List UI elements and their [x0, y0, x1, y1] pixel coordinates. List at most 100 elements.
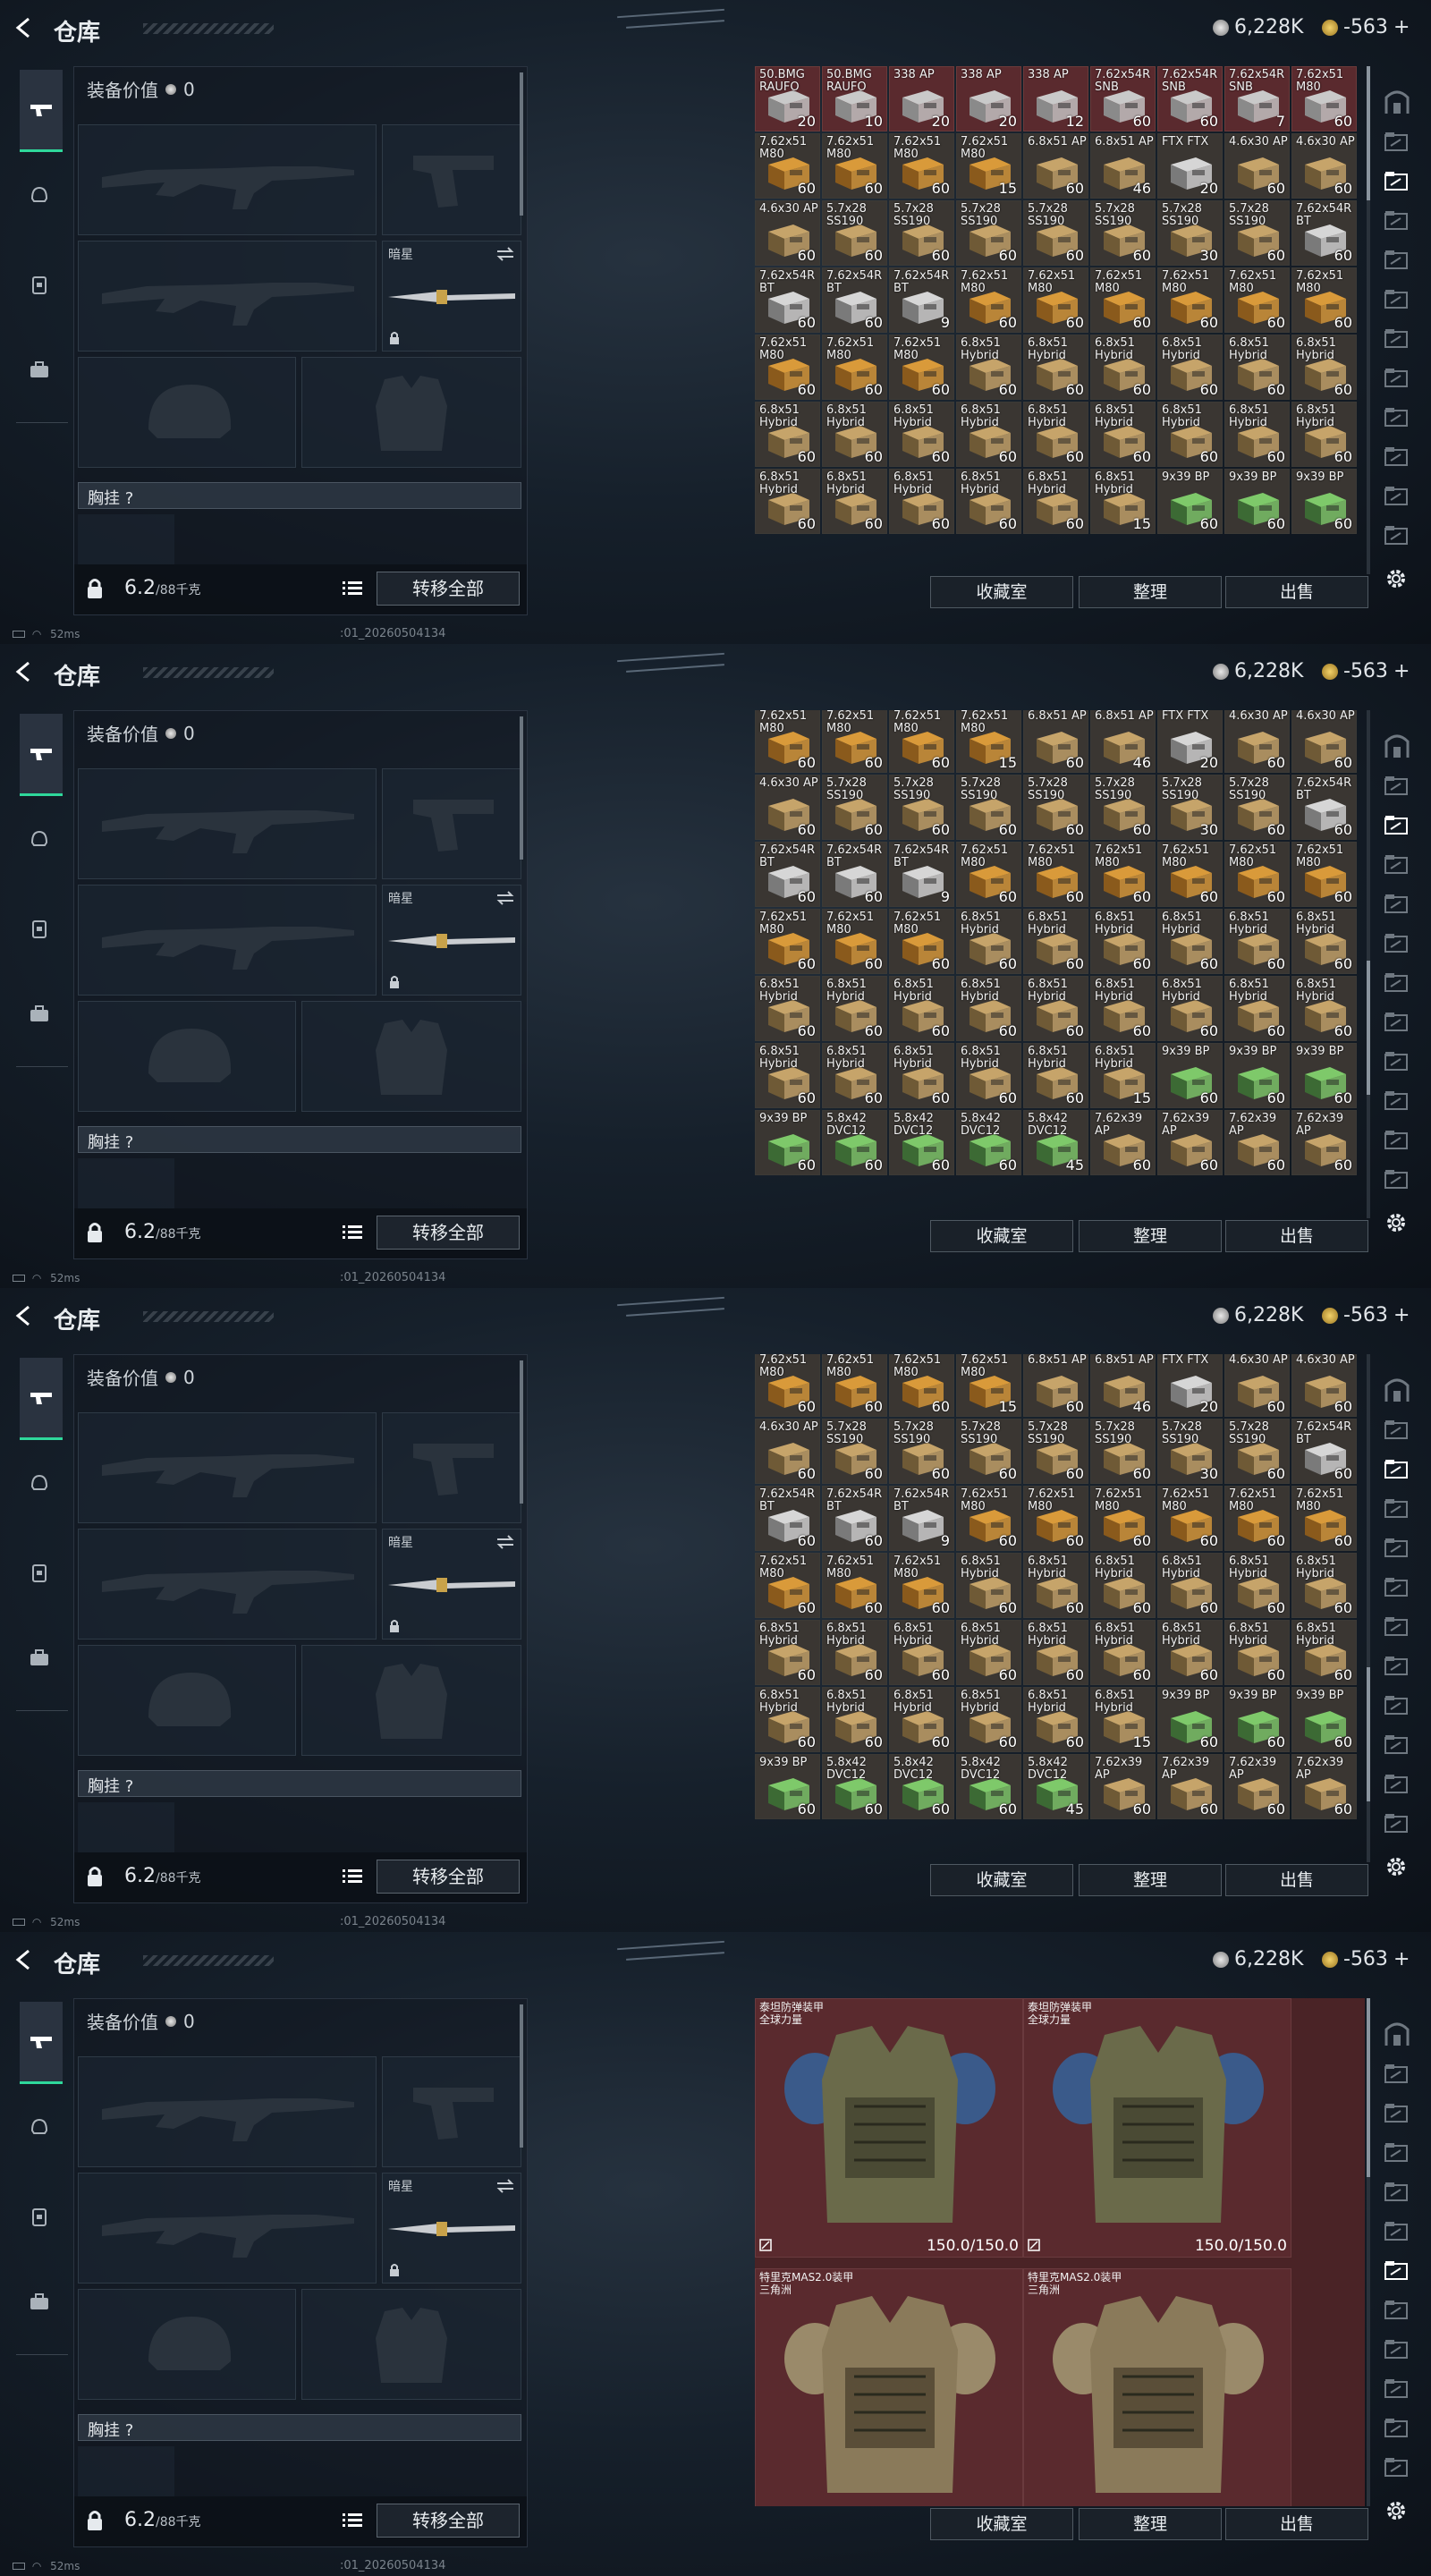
- storage-tab-10[interactable]: [1377, 438, 1417, 474]
- ammo-cell[interactable]: 7.62x39 AP 60: [1157, 1754, 1223, 1819]
- storage-tab-12[interactable]: [1377, 1805, 1417, 1841]
- ammo-cell[interactable]: 5.7x28 SS190 60: [889, 1419, 954, 1484]
- ammo-cell[interactable]: 5.7x28 SS190 60: [1224, 200, 1290, 266]
- ammo-cell[interactable]: 6.8x51 Hybrid 60: [755, 1687, 820, 1752]
- ammo-cell[interactable]: 7.62x54R BT 60: [822, 267, 887, 333]
- equipment-scrollbar[interactable]: [520, 2004, 523, 2148]
- ammo-cell[interactable]: 338 AP 20: [956, 66, 1021, 131]
- ammo-cell[interactable]: 5.8x42 DVC12 45: [1023, 1110, 1088, 1175]
- ammo-cell[interactable]: 4.6x30 AP 60: [1291, 1354, 1357, 1417]
- sort-button[interactable]: 整理: [1079, 1220, 1222, 1252]
- ammo-cell[interactable]: 5.8x42 DVC12 60: [956, 1754, 1021, 1819]
- ammo-cell[interactable]: 338 AP 12: [1023, 66, 1088, 131]
- ammo-cell[interactable]: 6.8x51 Hybrid 60: [1090, 402, 1156, 467]
- list-icon[interactable]: [343, 2512, 362, 2529]
- ammo-cell[interactable]: 7.62x51 M80 60: [1224, 842, 1290, 907]
- storage-tab-8[interactable]: [1377, 360, 1417, 395]
- ammo-cell[interactable]: 7.62x39 AP 60: [1224, 1754, 1290, 1819]
- ammo-cell[interactable]: 5.7x28 SS190 60: [822, 775, 887, 840]
- ammo-cell[interactable]: 6.8x51 Hybrid 60: [1291, 909, 1357, 974]
- ammo-cell[interactable]: 6.8x51 Hybrid 15: [1090, 1687, 1156, 1752]
- secondary-weapon-slot[interactable]: [78, 885, 377, 996]
- ammo-cell[interactable]: 6.8x51 Hybrid 60: [889, 1687, 954, 1752]
- ammo-cell[interactable]: 7.62x51 M80 60: [822, 710, 887, 773]
- ammo-cell[interactable]: 7.62x51 M80 60: [889, 1553, 954, 1618]
- armor-slot[interactable]: [301, 1645, 521, 1756]
- ammo-cell[interactable]: 5.7x28 SS190 60: [889, 200, 954, 266]
- ammo-cell[interactable]: 7.62x51 M80 60: [1090, 1486, 1156, 1551]
- sort-button[interactable]: 整理: [1079, 576, 1222, 608]
- ammo-cell[interactable]: 7.62x51 M80 60: [1224, 1486, 1290, 1551]
- inventory-scrollbar[interactable]: [1367, 710, 1370, 1218]
- primary-weapon-slot[interactable]: [78, 2056, 377, 2167]
- ammo-cell[interactable]: 5.7x28 SS190 30: [1157, 1419, 1223, 1484]
- ammo-cell[interactable]: 6.8x51 Hybrid 60: [1023, 976, 1088, 1041]
- storage-tab-3[interactable]: [1377, 163, 1417, 199]
- armor-slot[interactable]: [301, 357, 521, 468]
- nav-backpack[interactable]: [20, 2197, 59, 2236]
- ammo-cell[interactable]: 7.62x51 M80 60: [889, 1354, 954, 1417]
- ammo-cell[interactable]: 4.6x30 AP 60: [1291, 133, 1357, 199]
- ammo-cell[interactable]: 5.8x42 DVC12 60: [956, 1110, 1021, 1175]
- ammo-cell[interactable]: 7.62x51 M80 60: [1291, 267, 1357, 333]
- ammo-cell[interactable]: 7.62x54R BT 60: [822, 1486, 887, 1551]
- ammo-cell[interactable]: 7.62x51 M80 60: [755, 1354, 820, 1417]
- storage-tab-1[interactable]: [1377, 84, 1417, 120]
- ammo-cell[interactable]: 6.8x51 AP 60: [1023, 1354, 1088, 1417]
- storage-tab-6[interactable]: [1377, 2213, 1417, 2249]
- nav-weapons[interactable]: [20, 2002, 63, 2084]
- storage-tab-7[interactable]: [1377, 320, 1417, 356]
- ammo-cell[interactable]: 4.6x30 AP 60: [755, 1419, 820, 1484]
- armor-slot[interactable]: [301, 1001, 521, 1112]
- ammo-cell[interactable]: 5.7x28 SS190 60: [1023, 1419, 1088, 1484]
- ammo-cell[interactable]: 6.8x51 Hybrid 60: [822, 469, 887, 534]
- ammo-cell[interactable]: 6.8x51 AP 46: [1090, 710, 1156, 773]
- ammo-cell[interactable]: 6.8x51 Hybrid 60: [1023, 1043, 1088, 1108]
- ammo-cell[interactable]: 7.62x51 M80 15: [956, 1354, 1021, 1417]
- ammo-cell[interactable]: 7.62x51 M80 60: [1157, 267, 1223, 333]
- nav-helmet[interactable]: [20, 175, 59, 215]
- storage-tab-1[interactable]: [1377, 728, 1417, 764]
- ammo-cell[interactable]: 6.8x51 Hybrid 60: [1023, 909, 1088, 974]
- primary-weapon-slot[interactable]: [78, 768, 377, 879]
- ammo-cell[interactable]: 4.6x30 AP 60: [1224, 133, 1290, 199]
- ammo-cell[interactable]: 6.8x51 Hybrid 60: [1090, 909, 1156, 974]
- currency-b[interactable]: -563 +: [1322, 1948, 1410, 1970]
- ammo-cell[interactable]: 7.62x39 AP 60: [1291, 1110, 1357, 1175]
- ammo-cell[interactable]: 6.8x51 Hybrid 60: [755, 976, 820, 1041]
- ammo-cell[interactable]: 4.6x30 AP 60: [1224, 1354, 1290, 1417]
- ammo-cell[interactable]: 6.8x51 Hybrid 60: [1157, 1620, 1223, 1685]
- ammo-cell[interactable]: 6.8x51 Hybrid 60: [822, 1620, 887, 1685]
- pistol-slot[interactable]: [382, 1412, 521, 1523]
- ammo-cell[interactable]: 6.8x51 AP 46: [1090, 1354, 1156, 1417]
- add-currency-button[interactable]: +: [1393, 16, 1410, 38]
- storage-tab-10[interactable]: [1377, 1082, 1417, 1118]
- ammo-cell[interactable]: 6.8x51 Hybrid 60: [1023, 402, 1088, 467]
- ammo-cell[interactable]: 5.8x42 DVC12 60: [822, 1110, 887, 1175]
- ammo-cell[interactable]: 7.62x39 AP 60: [1090, 1754, 1156, 1819]
- ammo-cell[interactable]: 6.8x51 Hybrid 60: [1291, 1620, 1357, 1685]
- ammo-cell[interactable]: 6.8x51 Hybrid 60: [889, 402, 954, 467]
- sort-button[interactable]: 整理: [1079, 1864, 1222, 1896]
- storage-tab-3[interactable]: [1377, 2095, 1417, 2131]
- nav-backpack[interactable]: [20, 265, 59, 304]
- ammo-cell[interactable]: 6.8x51 Hybrid 60: [889, 976, 954, 1041]
- storage-tab-12[interactable]: [1377, 517, 1417, 553]
- ammo-cell[interactable]: 5.7x28 SS190 60: [956, 1419, 1021, 1484]
- helmet-slot[interactable]: [78, 2289, 296, 2400]
- armor-item-card[interactable]: 泰坦防弹装甲 全球力量 150.0/150.0: [755, 1998, 1023, 2258]
- ammo-cell[interactable]: 7.62x51 M80 60: [889, 909, 954, 974]
- nav-weapons[interactable]: [20, 1358, 63, 1440]
- ammo-cell[interactable]: 7.62x54R BT 60: [755, 267, 820, 333]
- chest-rig-slot[interactable]: [78, 1802, 174, 1852]
- storage-tab-9[interactable]: [1377, 1043, 1417, 1079]
- lock-icon[interactable]: [85, 1865, 105, 1888]
- ammo-cell[interactable]: 9x39 BP 60: [1224, 1687, 1290, 1752]
- ammo-cell[interactable]: 5.8x42 DVC12 45: [1023, 1754, 1088, 1819]
- ammo-cell[interactable]: 7.62x51 M80 60: [822, 909, 887, 974]
- storage-tab-5[interactable]: [1377, 2174, 1417, 2209]
- chest-rig-header[interactable]: 胸挂 ?: [78, 482, 521, 509]
- ammo-cell[interactable]: 4.6x30 AP 60: [755, 200, 820, 266]
- ammo-cell[interactable]: 7.62x51 M80 60: [956, 267, 1021, 333]
- storage-tab-5[interactable]: [1377, 1530, 1417, 1565]
